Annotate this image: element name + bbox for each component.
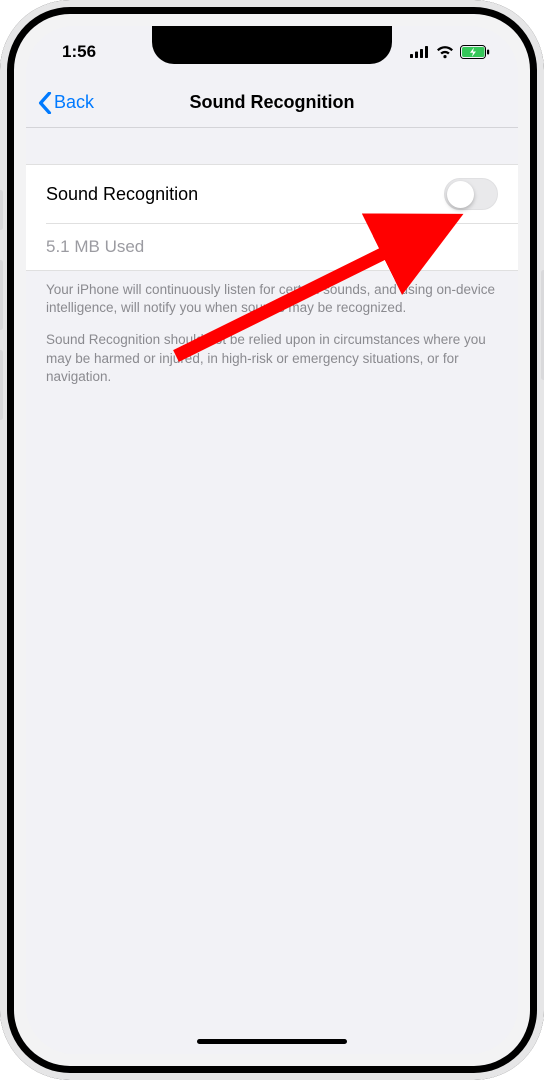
footer-p1: Your iPhone will continuously listen for… <box>46 281 498 317</box>
footer-p2: Sound Recognition should not be relied u… <box>46 331 498 386</box>
sound-recognition-row[interactable]: Sound Recognition <box>26 165 518 223</box>
back-label: Back <box>54 92 94 113</box>
status-icons <box>410 45 490 59</box>
screen: 1:56 Back Sound Recognition Sound Recogn… <box>26 26 518 1054</box>
sound-recognition-toggle[interactable] <box>444 178 498 210</box>
side-button-silence <box>0 190 3 230</box>
side-button-vol-down <box>0 350 3 420</box>
toggle-label: Sound Recognition <box>46 184 198 205</box>
device-frame: 1:56 Back Sound Recognition Sound Recogn… <box>0 0 544 1080</box>
footer-text: Your iPhone will continuously listen for… <box>26 271 518 386</box>
page-title: Sound Recognition <box>26 92 518 113</box>
wifi-icon <box>436 46 454 59</box>
side-button-vol-up <box>0 260 3 330</box>
cellular-icon <box>410 46 430 58</box>
notch <box>152 26 392 64</box>
storage-text: 5.1 MB Used <box>46 237 144 257</box>
status-time: 1:56 <box>62 42 96 62</box>
back-button[interactable]: Back <box>38 92 94 114</box>
toggle-knob <box>447 181 474 208</box>
content: Sound Recognition 5.1 MB Used Your iPhon… <box>26 128 518 386</box>
chevron-left-icon <box>38 92 52 114</box>
settings-group: Sound Recognition 5.1 MB Used <box>26 164 518 271</box>
home-indicator[interactable] <box>197 1039 347 1044</box>
nav-bar: Back Sound Recognition <box>26 78 518 128</box>
battery-charging-icon <box>460 45 490 59</box>
storage-row: 5.1 MB Used <box>26 224 518 270</box>
